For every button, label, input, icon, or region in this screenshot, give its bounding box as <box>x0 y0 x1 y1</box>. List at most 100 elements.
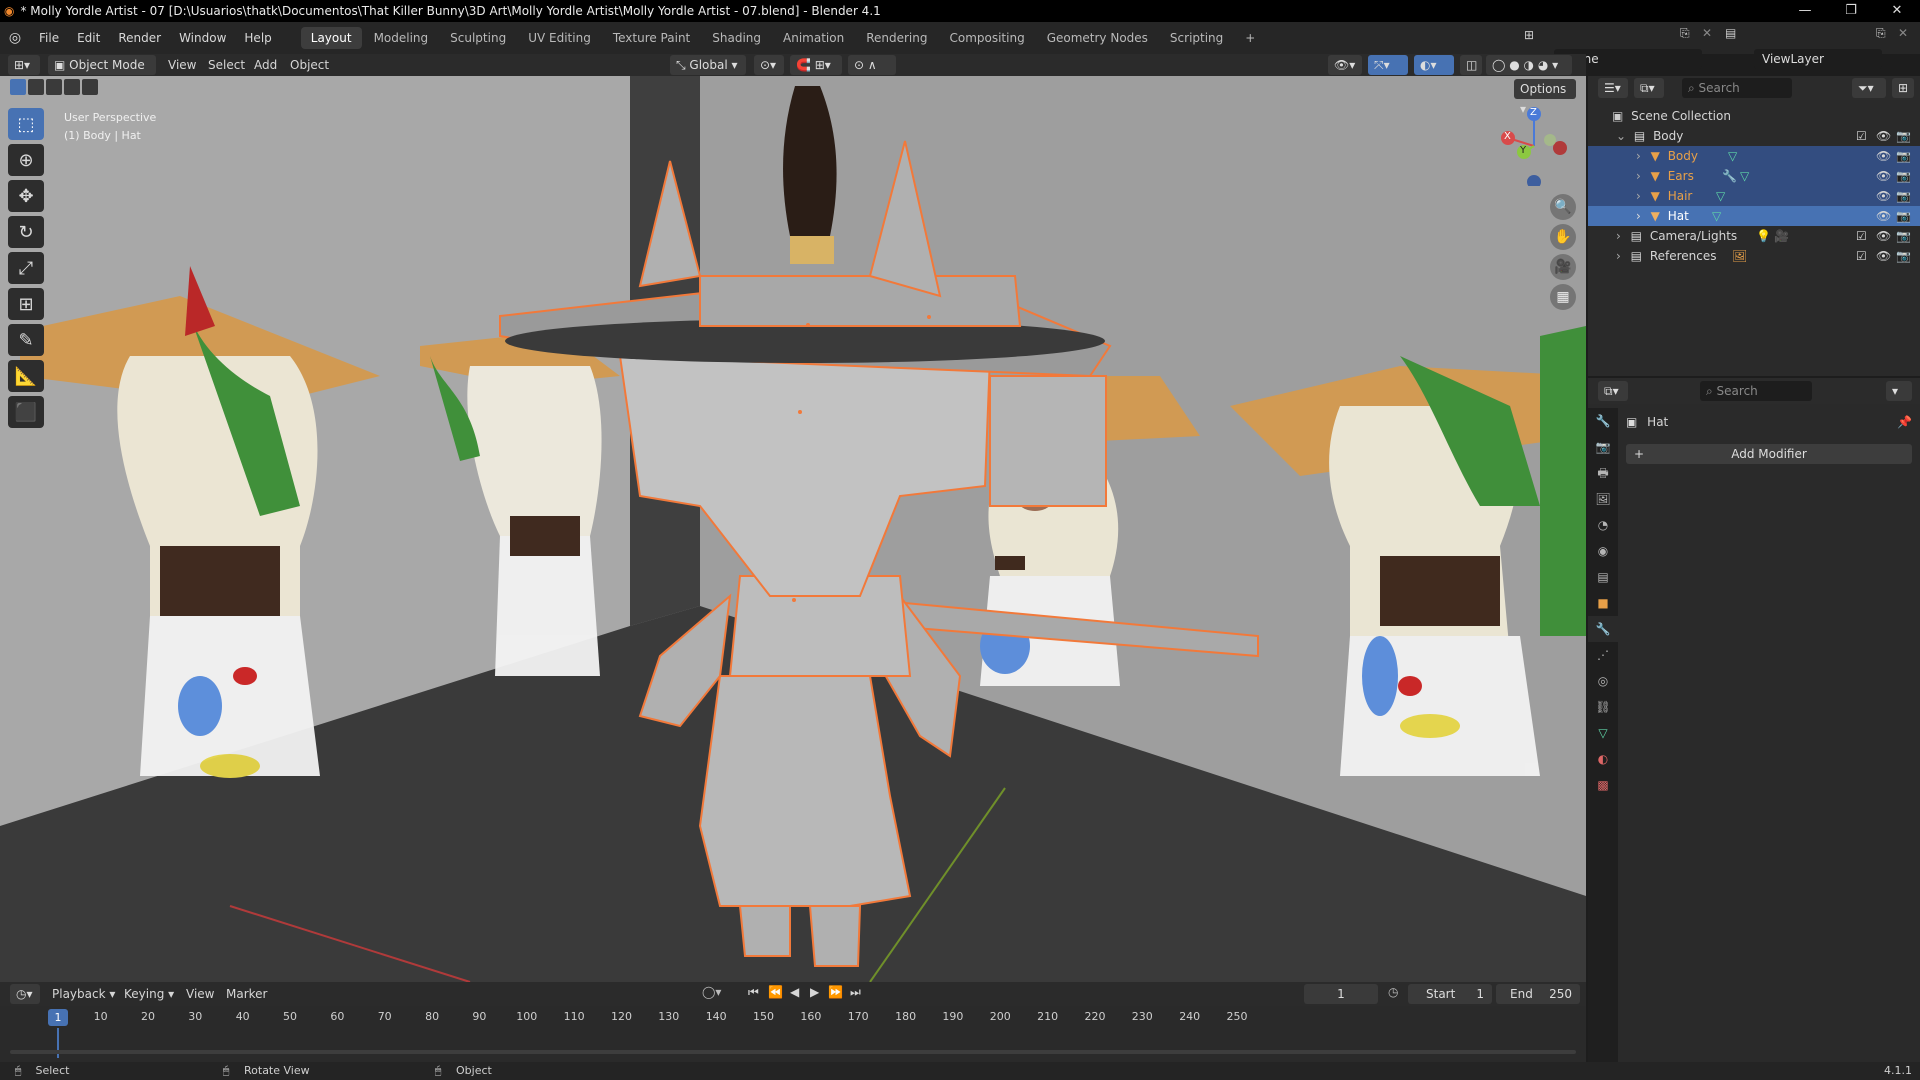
data-tab-icon[interactable]: ▽ <box>1588 720 1618 746</box>
play-icon[interactable]: ▶ <box>810 985 819 999</box>
tab-geometry-nodes[interactable]: Geometry Nodes <box>1037 27 1158 49</box>
scene-selector-icon[interactable]: ⊞ <box>1524 28 1534 42</box>
outliner-item-hair[interactable]: › ▼ Hair ▽ 👁 📷 <box>1588 186 1920 206</box>
light-bulb-icon[interactable]: 💡 <box>1756 226 1771 246</box>
pin-icon[interactable]: 📌 <box>1897 412 1912 432</box>
tab-rendering[interactable]: Rendering <box>856 27 937 49</box>
jump-end-icon[interactable]: ⏭ <box>850 985 861 1000</box>
exclude-checkbox-icon[interactable]: ☑ <box>1856 246 1867 266</box>
jump-keyframe-next-icon[interactable]: ⏩ <box>828 985 843 999</box>
tab-shading[interactable]: Shading <box>702 27 771 49</box>
expand-arrow-icon[interactable]: › <box>1636 209 1641 223</box>
navigation-gizmo[interactable]: Z X Y <box>1494 106 1574 189</box>
tab-scripting[interactable]: Scripting <box>1160 27 1233 49</box>
restore-button[interactable]: ❐ <box>1828 0 1874 22</box>
select-box-icon[interactable]: ⬚ <box>8 108 44 140</box>
pivot-dropdown[interactable]: ⊙▾ <box>754 55 784 75</box>
delete-scene-icon[interactable]: ✕ <box>1702 26 1712 40</box>
render-camera-icon[interactable]: 📷 <box>1896 186 1911 206</box>
outliner-item-ears[interactable]: › ▼ Ears 🔧 ▽ 👁 📷 <box>1588 166 1920 186</box>
tab-layout[interactable]: Layout <box>300 27 362 49</box>
image-empty-icon[interactable]: 🖼 <box>1732 246 1747 266</box>
timeline-editor-type[interactable]: ◷▾ <box>10 984 40 1004</box>
zoom-icon[interactable]: 🔍 <box>1550 194 1576 220</box>
start-frame-field[interactable]: Start 1 <box>1408 984 1492 1004</box>
blender-menu-icon[interactable]: ◎ <box>0 30 30 46</box>
outliner-scene-collection[interactable]: ▣ Scene Collection <box>1588 106 1920 126</box>
menu-keying[interactable]: Keying ▾ <box>124 984 174 1004</box>
menu-render[interactable]: Render <box>109 26 170 50</box>
close-button[interactable]: ✕ <box>1874 0 1920 22</box>
collapse-arrow-icon[interactable]: ⌄ <box>1616 129 1626 143</box>
tool-tab-icon[interactable]: 🔧 <box>1588 408 1618 434</box>
current-frame-field[interactable]: 1 <box>1304 984 1378 1004</box>
eye-icon[interactable]: 👁 <box>1876 206 1891 226</box>
outliner-item-references[interactable]: › ▤ References 🖼 ☑ 👁 📷 <box>1588 246 1920 266</box>
render-camera-icon[interactable]: 📷 <box>1896 226 1911 246</box>
tab-sculpting[interactable]: Sculpting <box>440 27 516 49</box>
render-tab-icon[interactable]: 📷 <box>1588 434 1618 460</box>
mesh-data-icon[interactable]: ▽ <box>1728 146 1737 166</box>
editor-type-button[interactable]: ⊞▾ <box>8 55 40 75</box>
visibility-dropdown[interactable]: 👁▾ <box>1328 55 1362 75</box>
eye-icon[interactable]: 👁 <box>1876 226 1891 246</box>
outliner-item-body-collection[interactable]: ⌄ ▤ Body ☑ 👁 📷 <box>1588 126 1920 146</box>
gizmo-toggle[interactable]: ⤧▾ <box>1368 55 1408 75</box>
tab-animation[interactable]: Animation <box>773 27 854 49</box>
measure-icon[interactable]: 📐 <box>8 360 44 392</box>
tab-uv-editing[interactable]: UV Editing <box>518 27 601 49</box>
outliner-item-hat[interactable]: › ▼ Hat ▽ 👁 📷 <box>1588 206 1920 226</box>
eye-icon[interactable]: 👁 <box>1876 166 1891 186</box>
scale-icon[interactable]: ⤢ <box>8 252 44 284</box>
add-cube-icon[interactable]: ⬛ <box>8 396 44 428</box>
options-dropdown[interactable]: Options ▾ <box>1514 79 1576 116</box>
expand-arrow-icon[interactable]: › <box>1636 189 1641 203</box>
minimize-button[interactable]: — <box>1782 0 1828 22</box>
object-tab-icon[interactable]: ■ <box>1588 590 1618 616</box>
add-modifier-button[interactable]: + Add Modifier <box>1626 444 1912 464</box>
add-workspace-button[interactable]: + <box>1235 27 1265 49</box>
shading-modes[interactable]: ◯ ● ◑ ◕ ▾ <box>1486 55 1572 75</box>
physics-tab-icon[interactable]: ◎ <box>1588 668 1618 694</box>
eye-icon[interactable]: 👁 <box>1876 146 1891 166</box>
new-viewlayer-icon[interactable]: ⎘ <box>1876 26 1886 41</box>
menu-add[interactable]: Add <box>254 55 277 75</box>
texture-tab-icon[interactable]: ▩ <box>1588 772 1618 798</box>
select-intersect-icon[interactable] <box>82 79 98 95</box>
eye-icon[interactable]: 👁 <box>1876 126 1891 146</box>
scene-tab-icon[interactable]: ◔ <box>1588 512 1618 538</box>
mode-dropdown[interactable]: ▣ Object Mode ▾ <box>48 55 156 92</box>
snap-toggle[interactable]: 🧲 ⊞▾ <box>790 55 842 75</box>
end-frame-field[interactable]: End 250 <box>1496 984 1580 1004</box>
play-reverse-icon[interactable]: ◀ <box>790 985 799 999</box>
xray-toggle[interactable]: ◫ <box>1460 55 1482 75</box>
menu-view[interactable]: View <box>168 55 196 75</box>
viewlayer-selector[interactable]: ViewLayer <box>1754 49 1882 69</box>
filter-dropdown[interactable]: ⏷▾ <box>1852 78 1886 98</box>
rotate-icon[interactable]: ↻ <box>8 216 44 248</box>
annotate-icon[interactable]: ✎ <box>8 324 44 356</box>
menu-help[interactable]: Help <box>235 26 280 50</box>
render-camera-icon[interactable]: 📷 <box>1896 166 1911 186</box>
viewlayer-icon[interactable]: ▤ <box>1725 26 1736 40</box>
menu-timeline-view[interactable]: View <box>186 984 214 1004</box>
overlay-toggle[interactable]: ◐▾ <box>1414 55 1454 75</box>
pan-hand-icon[interactable]: ✋ <box>1550 224 1576 250</box>
tab-texture-paint[interactable]: Texture Paint <box>603 27 700 49</box>
use-preview-range-icon[interactable]: ◷ <box>1388 985 1398 999</box>
mesh-data-icon[interactable]: ▽ <box>1716 186 1725 206</box>
expand-arrow-icon[interactable]: › <box>1636 169 1641 183</box>
menu-playback[interactable]: Playback ▾ <box>52 984 115 1004</box>
menu-marker[interactable]: Marker <box>226 984 267 1004</box>
display-mode-dropdown[interactable]: ⧉▾ <box>1634 78 1664 98</box>
menu-window[interactable]: Window <box>170 26 235 50</box>
proportional-edit-toggle[interactable]: ⊙ ∧ <box>848 55 896 75</box>
timeline-ruler[interactable]: 10 20 30 40 50 60 70 80 90 100 110 120 130 140 150 160 1… <box>0 1008 1586 1028</box>
world-tab-icon[interactable]: ◉ <box>1588 538 1618 564</box>
menu-edit[interactable]: Edit <box>68 26 109 50</box>
constraints-tab-icon[interactable]: ⛓ <box>1588 694 1618 720</box>
output-tab-icon[interactable]: 🖶 <box>1588 460 1618 486</box>
collection-tab-icon[interactable]: ▤ <box>1588 564 1618 590</box>
select-invert-icon[interactable] <box>64 79 80 95</box>
render-camera-icon[interactable]: 📷 <box>1896 146 1911 166</box>
